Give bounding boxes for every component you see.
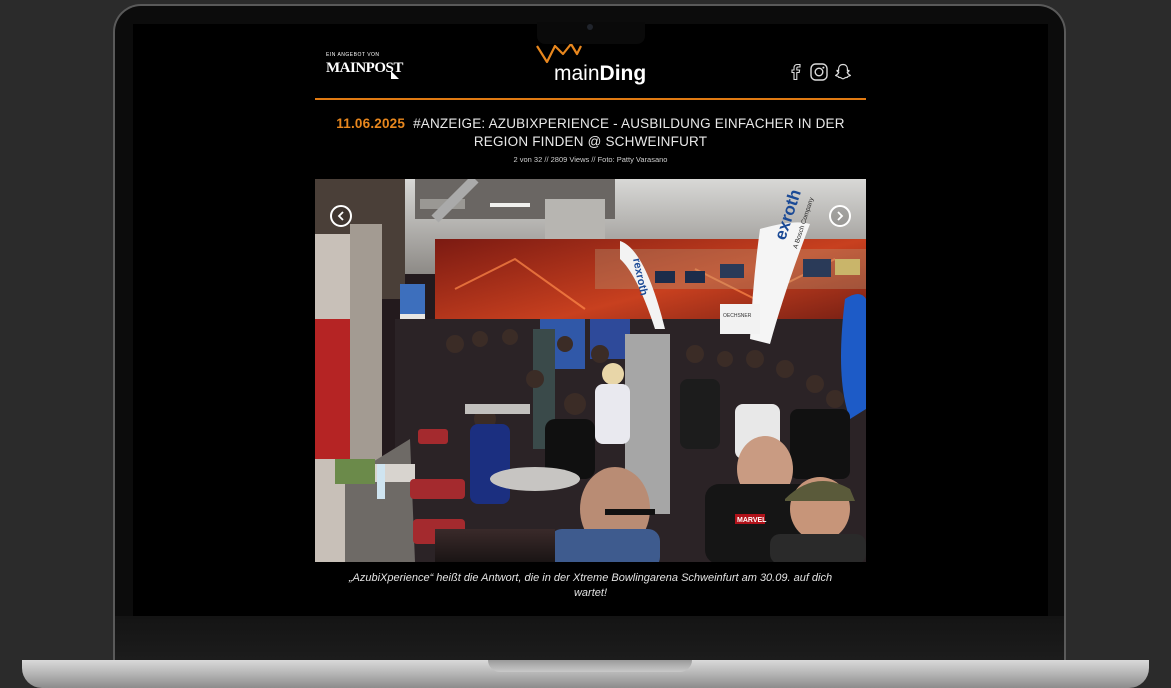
photo-caption: „AzubiXperience“ heißt die Antwort, die … xyxy=(348,572,833,599)
mainding-logo[interactable]: mainDing xyxy=(554,62,646,86)
header-divider xyxy=(315,98,866,100)
article-headline: 11.06.2025 #ANZEIGE: AZUBIXPERIENCE - AU… xyxy=(323,115,858,151)
mainpost-logo-mark xyxy=(391,71,399,79)
logo-main: main xyxy=(554,62,600,85)
camera-icon xyxy=(587,24,593,30)
laptop-base-notch xyxy=(488,660,692,672)
facebook-icon[interactable] xyxy=(786,62,806,82)
chevron-left-icon xyxy=(337,211,344,221)
laptop-chin xyxy=(115,616,1064,660)
screen: EIN ANGEBOT VON MAINPOST mainDing 11.06.… xyxy=(133,24,1048,616)
chevron-right-icon xyxy=(837,211,844,221)
gallery-photo[interactable]: rexroth exroth A Bosch Company OECHSNER xyxy=(315,179,866,562)
gallery-next-button[interactable] xyxy=(829,205,851,227)
instagram-icon[interactable] xyxy=(809,62,829,82)
brand-tagline: EIN ANGEBOT VON xyxy=(326,52,380,58)
gallery-prev-button[interactable] xyxy=(330,205,352,227)
stand-sign: OECHSNER xyxy=(723,313,752,319)
article-date: 11.06.2025 xyxy=(336,116,406,131)
shirt-print: MARVEL xyxy=(737,517,767,524)
event-photo-illustration: rexroth exroth A Bosch Company OECHSNER xyxy=(315,179,866,562)
snapchat-icon[interactable] xyxy=(833,62,853,82)
logo-ding: Ding xyxy=(599,62,647,85)
article-meta: 2 von 32 // 2809 Views // Foto: Patty Va… xyxy=(513,155,668,164)
article-title: #ANZEIGE: AZUBIXPERIENCE - AUSBILDUNG EI… xyxy=(413,116,845,149)
